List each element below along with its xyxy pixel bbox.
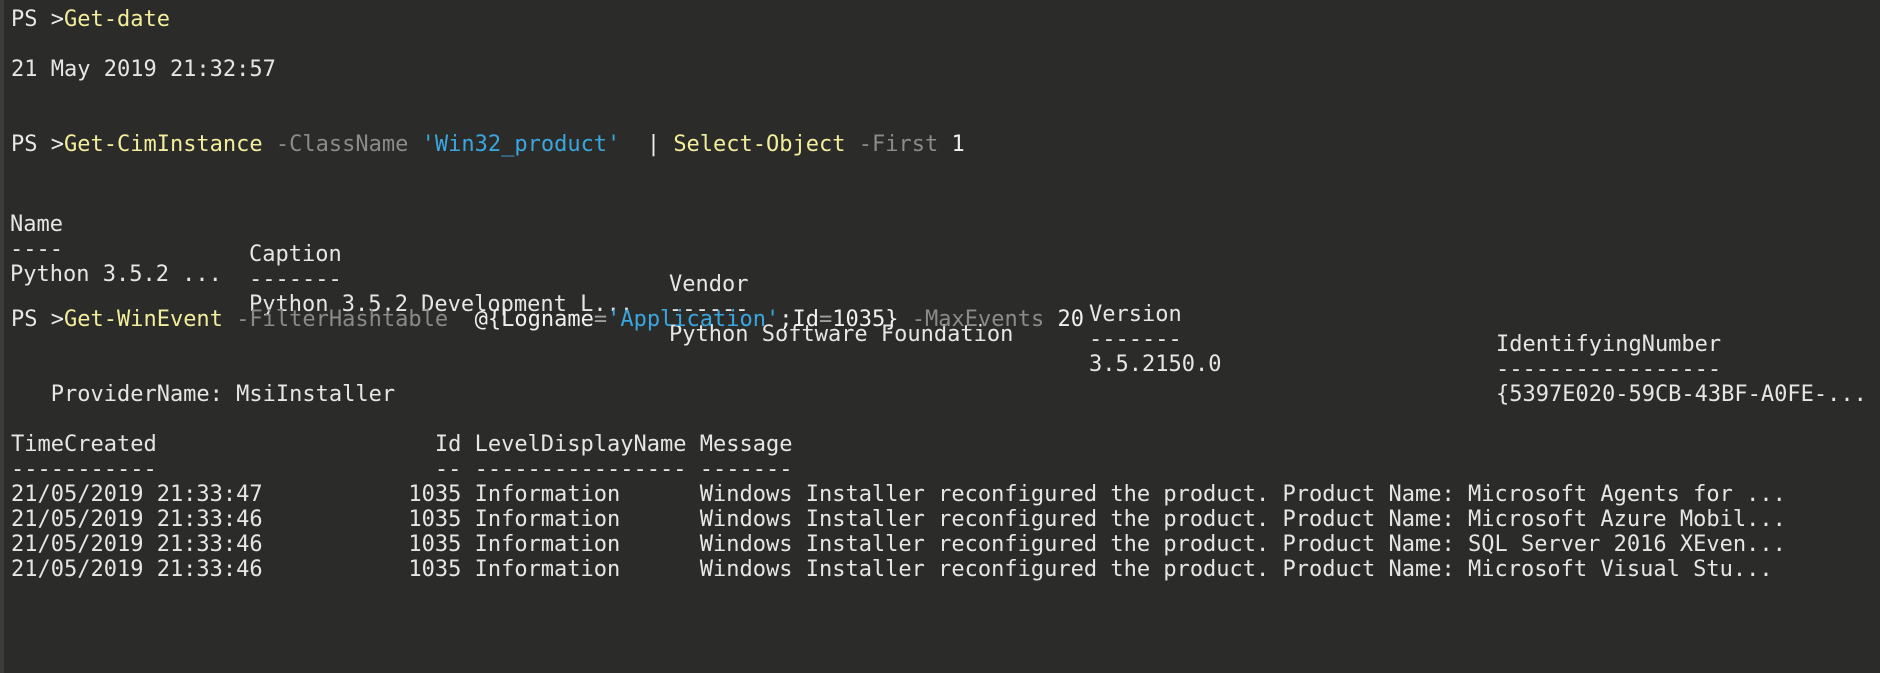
hashtable-open: @{ bbox=[474, 307, 502, 332]
hash-value-id: 1035 bbox=[832, 307, 886, 332]
cmdlet-get-ciminstance: Get-CimInstance bbox=[63, 132, 263, 157]
provider-name-line: ProviderName: MsiInstaller bbox=[11, 382, 396, 407]
cmdlet-get-date: Get-date bbox=[63, 7, 170, 32]
cmdlet-select-object: Select-Object bbox=[673, 132, 846, 157]
table-row: 21/05/2019 21:33:46 1035 Information Win… bbox=[11, 557, 1773, 582]
command-line-get-winevent: PS >Get-WinEvent -FilterHashtable @{Logn… bbox=[11, 305, 1084, 335]
prompt: PS > bbox=[11, 7, 64, 32]
arg-maxevents: 20 bbox=[1057, 307, 1084, 332]
param-first: -First bbox=[858, 132, 939, 157]
prompt: PS > bbox=[11, 132, 64, 157]
command-line-get-ciminstance: PS >Get-CimInstance -ClassName 'Win32_pr… bbox=[11, 130, 965, 160]
hash-key-id: Id bbox=[792, 307, 820, 332]
prompt: PS > bbox=[11, 307, 64, 332]
param-classname: -ClassName bbox=[275, 132, 409, 157]
cell-name: Python 3.5.2 ... bbox=[10, 262, 222, 287]
equals-operator: = bbox=[593, 307, 608, 332]
hash-key-logname: Logname bbox=[501, 307, 594, 332]
command-line-get-date: PS >Get-date bbox=[11, 5, 170, 35]
powershell-console[interactable]: PS >Get-date 21 May 2019 21:32:57 PS >Ge… bbox=[0, 0, 1880, 673]
hash-value-application: 'Application' bbox=[607, 307, 780, 332]
separator: ; bbox=[779, 307, 793, 332]
hashtable-close: } bbox=[885, 307, 899, 332]
date-output: 21 May 2019 21:32:57 bbox=[11, 57, 276, 82]
param-maxevents: -MaxEvents bbox=[911, 307, 1045, 332]
pipe-operator: | bbox=[646, 132, 661, 157]
table-row: Python 3.5.2 ... Python 3.5.2 Developmen… bbox=[0, 230, 1880, 407]
cmdlet-get-winevent: Get-WinEvent bbox=[63, 307, 223, 332]
arg-classname: 'Win32_product' bbox=[421, 132, 621, 157]
equals-operator: = bbox=[819, 307, 833, 332]
arg-first: 1 bbox=[951, 132, 965, 157]
cell-identifyingnumber: {5397E020-59CB-43BF-A0FE-... bbox=[1496, 382, 1867, 407]
param-filterhashtable: -FilterHashtable bbox=[236, 307, 449, 332]
cell-version: 3.5.2150.0 bbox=[1089, 352, 1222, 377]
